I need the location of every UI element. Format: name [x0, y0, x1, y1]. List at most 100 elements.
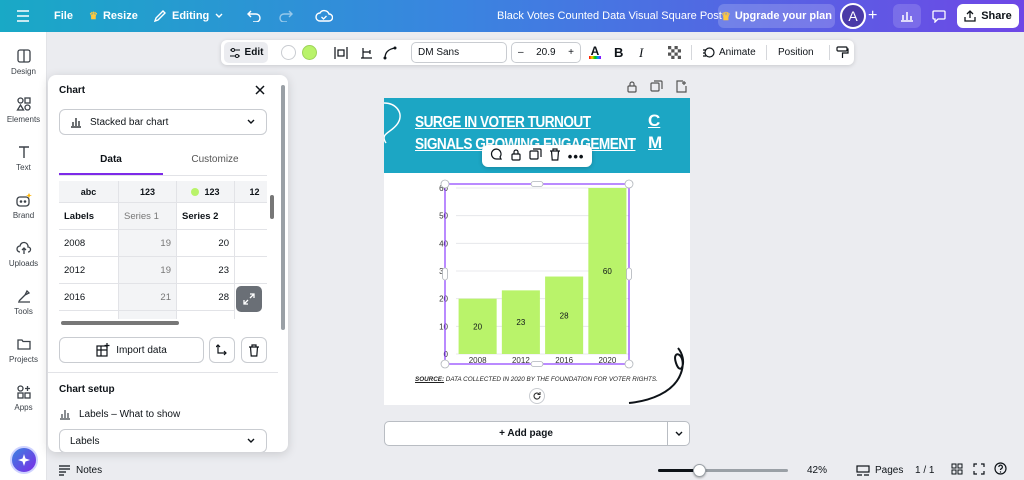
save-status[interactable] — [315, 0, 333, 32]
chart-type-select[interactable]: Stacked bar chart — [59, 109, 267, 135]
rail-item-apps[interactable]: Apps — [0, 384, 47, 412]
rail-item-text[interactable]: Text — [0, 144, 47, 172]
rail-item-design[interactable]: Design — [0, 48, 47, 76]
series1-cell[interactable]: 19 — [119, 257, 177, 284]
import-data-button[interactable]: Import data — [59, 337, 204, 363]
editing-dropdown[interactable]: Editing — [153, 0, 224, 32]
page-count[interactable]: 1 / 1 — [915, 465, 934, 476]
zoom-value[interactable]: 42% — [807, 465, 827, 476]
row-label-cell[interactable]: 2008 — [59, 230, 119, 257]
header-labels[interactable]: Labels — [59, 203, 119, 230]
add-page-options-button[interactable] — [667, 421, 690, 446]
col-type-series3[interactable]: 12 — [235, 181, 267, 203]
redo-button[interactable] — [279, 0, 293, 32]
color-swatch-accent[interactable] — [302, 45, 317, 60]
close-panel-button[interactable] — [253, 83, 267, 97]
rail-item-tools[interactable]: Tools — [0, 288, 47, 316]
animate-button[interactable]: Animate — [702, 40, 756, 65]
delete-element-button[interactable] — [549, 148, 561, 164]
undo-button[interactable] — [247, 0, 261, 32]
grid-cell[interactable] — [235, 203, 267, 230]
position-button[interactable]: Position — [778, 40, 814, 65]
magic-assistant-button[interactable] — [10, 446, 38, 474]
pages-button[interactable]: Pages — [856, 465, 903, 476]
grid-cell[interactable] — [235, 257, 267, 284]
comments-button[interactable] — [926, 4, 952, 28]
header-series2[interactable]: Series 2 — [177, 203, 235, 230]
resize-handle[interactable] — [626, 267, 632, 281]
vertical-grid-scrollbar[interactable] — [270, 195, 274, 219]
fullscreen-button[interactable] — [973, 462, 985, 478]
labels-select[interactable]: Labels — [59, 429, 267, 452]
help-button[interactable] — [994, 462, 1007, 478]
more-options-button[interactable]: ••• — [568, 149, 585, 164]
add-collaborator-button[interactable]: + — [868, 0, 877, 32]
menu-button[interactable] — [16, 0, 30, 32]
swap-axes-button[interactable] — [209, 337, 235, 363]
font-size-value[interactable]: 20.9 — [536, 47, 555, 58]
rail-item-elements[interactable]: Elements — [0, 96, 47, 124]
design-logo[interactable]: C M — [648, 110, 662, 154]
rail-item-brand[interactable]: Brand — [0, 192, 47, 220]
line-style-button[interactable] — [383, 40, 397, 65]
share-button[interactable]: Share — [957, 4, 1019, 28]
resize-handle[interactable] — [624, 179, 634, 189]
row-label-cell[interactable]: 2012 — [59, 257, 119, 284]
lock-page-button[interactable] — [626, 80, 638, 96]
file-menu[interactable]: File — [54, 0, 73, 32]
series1-cell[interactable]: 19 — [119, 230, 177, 257]
lock-element-button[interactable] — [510, 148, 522, 164]
panel-scrollbar[interactable] — [281, 85, 285, 330]
series2-cell[interactable]: 28 — [177, 284, 235, 311]
resize-handle[interactable] — [530, 361, 544, 367]
spacing-button[interactable] — [334, 40, 348, 65]
notes-button[interactable]: Notes — [58, 465, 102, 476]
resize-handle[interactable] — [440, 179, 450, 189]
series2-cell[interactable]: 23 — [177, 257, 235, 284]
add-page-button[interactable]: + Add page — [384, 421, 668, 446]
increase-font-button[interactable]: + — [568, 47, 574, 58]
axis-button[interactable] — [359, 40, 373, 65]
text-color-button[interactable]: A — [589, 40, 601, 65]
delete-data-button[interactable] — [241, 337, 267, 363]
comment-element-button[interactable] — [490, 148, 503, 164]
grid-cell[interactable] — [119, 311, 177, 319]
bold-button[interactable]: B — [614, 40, 623, 65]
edit-chart-button[interactable]: Edit — [224, 42, 268, 63]
zoom-slider[interactable] — [658, 464, 788, 477]
add-page-icon-button[interactable] — [675, 80, 688, 96]
insights-button[interactable] — [893, 4, 921, 28]
col-type-labels[interactable]: abc — [59, 181, 119, 203]
rail-item-projects[interactable]: Projects — [0, 336, 47, 364]
rail-item-uploads[interactable]: Uploads — [0, 240, 47, 268]
row-label-cell[interactable]: 2016 — [59, 284, 119, 311]
decrease-font-button[interactable]: – — [518, 47, 524, 58]
copy-style-button[interactable] — [836, 40, 849, 65]
col-type-series1[interactable]: 123 — [119, 181, 177, 203]
series2-cell[interactable]: 20 — [177, 230, 235, 257]
upgrade-button[interactable]: ♛ Upgrade your plan — [718, 4, 835, 28]
duplicate-element-button[interactable] — [529, 148, 542, 164]
tab-data[interactable]: Data — [59, 154, 163, 175]
resize-handle[interactable] — [530, 181, 544, 187]
horizontal-grid-scrollbar[interactable] — [61, 321, 179, 325]
tab-customize[interactable]: Customize — [163, 154, 267, 175]
grid-view-button[interactable] — [951, 463, 963, 478]
transparency-button[interactable] — [668, 40, 681, 65]
expand-grid-button[interactable] — [236, 286, 262, 312]
duplicate-page-button[interactable] — [650, 80, 663, 96]
header-series1[interactable]: Series 1 — [119, 203, 177, 230]
grid-cell[interactable] — [177, 311, 235, 319]
resize-handle[interactable] — [442, 267, 448, 281]
rotate-handle[interactable] — [529, 388, 545, 404]
font-family-select[interactable]: DM Sans — [411, 42, 507, 63]
grid-cell[interactable] — [59, 311, 119, 319]
avatar[interactable]: A — [840, 3, 866, 29]
resize-button[interactable]: ♛ Resize — [89, 0, 138, 32]
color-swatch-white[interactable] — [281, 45, 296, 60]
source-note[interactable]: SOURCE: DATA COLLECTED IN 2020 BY THE FO… — [415, 376, 658, 383]
zoom-slider-handle[interactable] — [692, 464, 706, 477]
series1-cell[interactable]: 21 — [119, 284, 177, 311]
col-type-series2[interactable]: 123 — [177, 181, 235, 203]
resize-handle[interactable] — [440, 359, 450, 369]
